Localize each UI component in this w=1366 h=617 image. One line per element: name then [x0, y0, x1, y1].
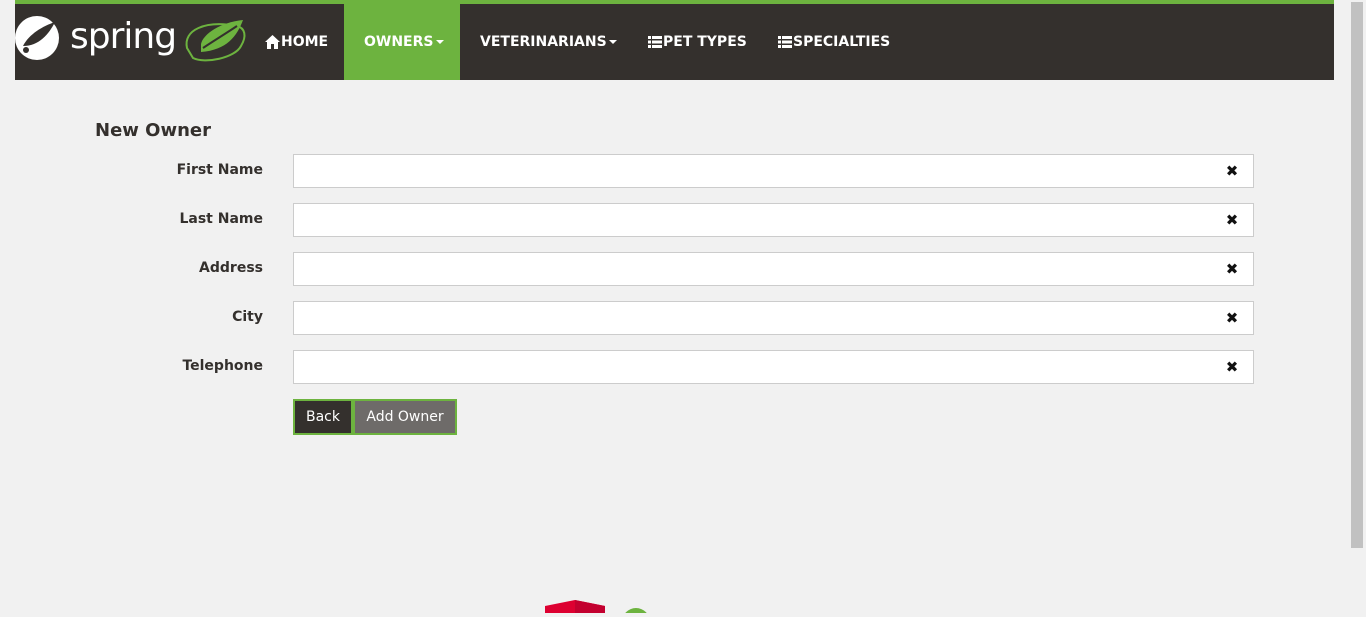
form-row-last-name: Last Name ✖: [95, 203, 1255, 237]
telephone-input[interactable]: [294, 351, 1234, 381]
vertical-scrollbar[interactable]: [1349, 0, 1366, 613]
first-name-input[interactable]: [294, 155, 1234, 185]
address-field: ✖: [293, 252, 1254, 286]
nav-pet-types[interactable]: PET TYPES: [648, 4, 768, 80]
back-button[interactable]: Back: [293, 399, 353, 435]
home-icon: [265, 35, 280, 49]
clear-icon[interactable]: ✖: [1225, 212, 1239, 228]
nav-owners-label: OWNERS: [364, 34, 434, 50]
nav-specialties[interactable]: SPECIALTIES: [778, 4, 908, 80]
city-field: ✖: [293, 301, 1254, 335]
brand-wordmark: spring: [70, 16, 177, 57]
telephone-field: ✖: [293, 350, 1254, 384]
add-owner-button[interactable]: Add Owner: [353, 399, 457, 435]
top-navbar: spring HOME OWNERS VETERINARIANS PET TYP…: [15, 0, 1334, 80]
footer-logos: [540, 596, 740, 617]
page-title: New Owner: [95, 120, 211, 141]
form-row-first-name: First Name ✖: [95, 154, 1255, 188]
nav-veterinarians-dropdown[interactable]: VETERINARIANS: [460, 4, 617, 80]
nav-home-label: HOME: [281, 34, 329, 50]
spring-logo[interactable]: spring: [15, 12, 255, 72]
first-name-field: ✖: [293, 154, 1254, 188]
nav-veterinarians-label: VETERINARIANS: [480, 34, 607, 50]
scrollbar-thumb[interactable]: [1351, 2, 1363, 548]
clear-icon[interactable]: ✖: [1225, 163, 1239, 179]
address-input[interactable]: [294, 253, 1234, 283]
first-name-label: First Name: [176, 162, 263, 178]
last-name-input[interactable]: [294, 204, 1234, 234]
form-row-address: Address ✖: [95, 252, 1255, 286]
last-name-field: ✖: [293, 203, 1254, 237]
nav-owners-dropdown[interactable]: OWNERS: [344, 4, 460, 80]
list-icon: [778, 36, 792, 48]
nav-pet-types-label: PET TYPES: [663, 34, 747, 50]
nav-home[interactable]: HOME: [263, 4, 347, 80]
caret-down-icon: [435, 40, 444, 44]
list-icon: [648, 36, 662, 48]
last-name-label: Last Name: [179, 211, 263, 227]
city-label: City: [232, 309, 263, 325]
clear-icon[interactable]: ✖: [1225, 261, 1239, 277]
caret-down-icon: [608, 40, 617, 44]
clear-icon[interactable]: ✖: [1225, 310, 1239, 326]
form-row-city: City ✖: [95, 301, 1255, 335]
telephone-label: Telephone: [182, 358, 263, 374]
clear-icon[interactable]: ✖: [1225, 359, 1239, 375]
nav-specialties-label: SPECIALTIES: [793, 34, 891, 50]
city-input[interactable]: [294, 302, 1234, 332]
form-row-telephone: Telephone ✖: [95, 350, 1255, 384]
address-label: Address: [199, 260, 263, 276]
angular-logo-icon: [545, 600, 650, 617]
